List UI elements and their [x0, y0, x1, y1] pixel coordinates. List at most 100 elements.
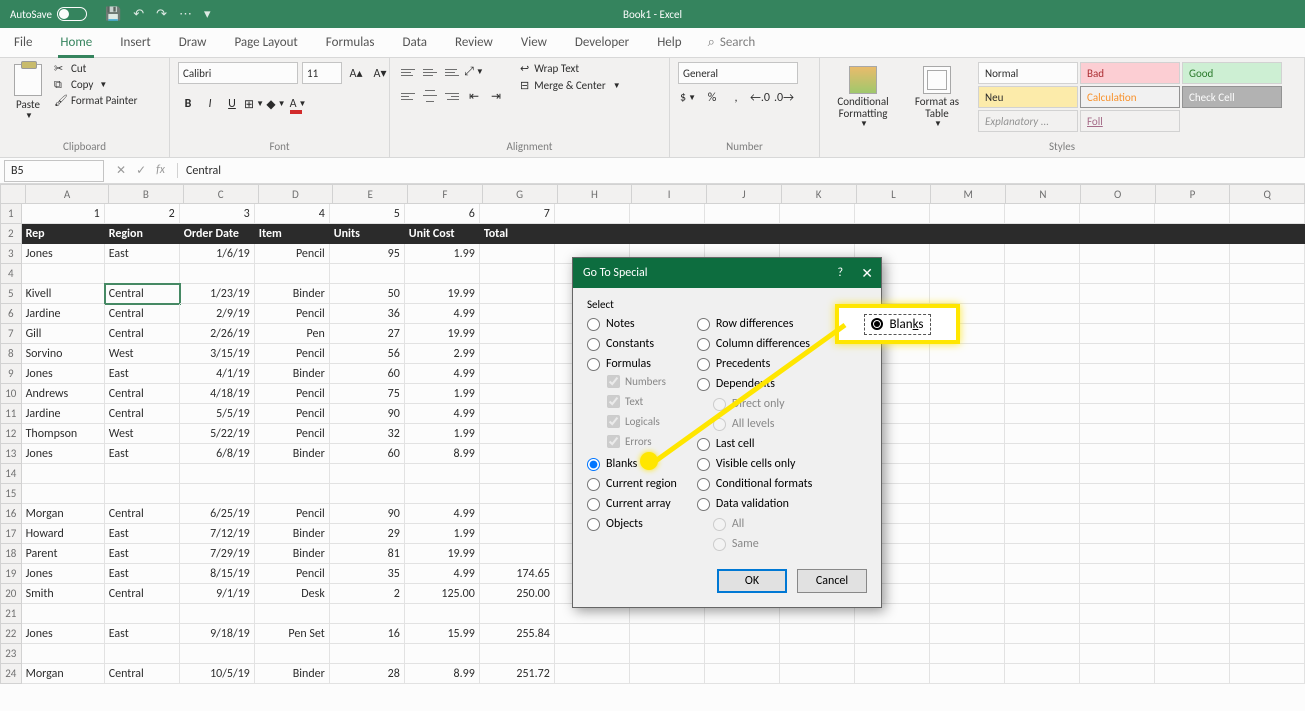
cell[interactable]: East [105, 524, 180, 544]
cell[interactable] [1080, 584, 1155, 604]
cell[interactable]: Binder [255, 544, 330, 564]
cell[interactable]: Pencil [255, 304, 330, 324]
cell[interactable] [480, 364, 555, 384]
cell[interactable]: 60 [330, 444, 405, 464]
fx-icon[interactable]: fx [156, 163, 165, 178]
cell[interactable] [930, 464, 1005, 484]
row-header[interactable]: 18 [0, 544, 22, 564]
radio-objects[interactable]: Objects [587, 517, 677, 531]
increase-indent-button[interactable]: ⇥ [486, 86, 506, 106]
cell[interactable] [180, 464, 255, 484]
cancel-formula-icon[interactable]: ✕ [116, 163, 126, 178]
cell[interactable]: Binder [255, 364, 330, 384]
cell[interactable]: 35 [330, 564, 405, 584]
cell[interactable]: 1/6/19 [180, 244, 255, 264]
cell[interactable]: 10/5/19 [180, 664, 255, 684]
cell[interactable] [1155, 624, 1230, 644]
row-header[interactable]: 17 [0, 524, 22, 544]
radio-column-differences[interactable]: Column differences [697, 337, 812, 351]
cell[interactable] [1005, 244, 1080, 264]
align-left-button[interactable] [398, 86, 418, 106]
cell[interactable] [180, 604, 255, 624]
cell[interactable] [1080, 664, 1155, 684]
cell[interactable] [1155, 384, 1230, 404]
cell[interactable] [22, 464, 105, 484]
column-header-Q[interactable]: Q [1230, 184, 1305, 204]
row-header[interactable]: 4 [0, 264, 22, 284]
cell[interactable] [1080, 524, 1155, 544]
cell[interactable]: 36 [330, 304, 405, 324]
cell[interactable]: Jones [22, 444, 105, 464]
cell[interactable] [1230, 424, 1305, 444]
column-header-D[interactable]: D [259, 184, 334, 204]
cell[interactable] [405, 264, 480, 284]
cell[interactable] [1155, 404, 1230, 424]
cell[interactable]: Central [105, 504, 180, 524]
row-header[interactable]: 6 [0, 304, 22, 324]
tab-home[interactable]: Home [58, 28, 94, 58]
cell[interactable] [705, 644, 780, 664]
fill-color-button[interactable]: ◆▼ [266, 94, 286, 114]
cell[interactable]: 250.00 [480, 584, 555, 604]
cell[interactable] [1005, 324, 1080, 344]
cell[interactable] [105, 484, 180, 504]
cell[interactable] [22, 644, 105, 664]
cell[interactable]: 90 [330, 504, 405, 524]
qat-more-icon[interactable]: ▾ [204, 7, 211, 22]
decrease-decimal-button[interactable]: .0→ [774, 88, 794, 108]
cell[interactable] [1155, 484, 1230, 504]
cell-style-normal[interactable]: Normal [978, 62, 1078, 84]
cell[interactable] [1230, 384, 1305, 404]
cell[interactable] [480, 404, 555, 424]
cell[interactable]: 27 [330, 324, 405, 344]
cell[interactable] [1155, 304, 1230, 324]
cell[interactable]: Rep [22, 224, 105, 244]
cell[interactable]: 4/18/19 [180, 384, 255, 404]
percent-format-button[interactable]: % [702, 88, 722, 108]
cell[interactable] [1155, 364, 1230, 384]
cell[interactable]: West [105, 344, 180, 364]
search-icon[interactable]: ⌕ [708, 35, 715, 50]
cell[interactable] [1155, 284, 1230, 304]
cell[interactable] [930, 604, 1005, 624]
cell[interactable]: Pencil [255, 344, 330, 364]
cell[interactable] [1230, 484, 1305, 504]
cell[interactable] [1155, 344, 1230, 364]
cell[interactable] [630, 204, 705, 224]
cell[interactable] [1080, 624, 1155, 644]
redo-icon[interactable]: ↷ [156, 7, 167, 22]
row-header[interactable]: 13 [0, 444, 22, 464]
tab-insert[interactable]: Insert [118, 28, 153, 58]
row-header[interactable]: 22 [0, 624, 22, 644]
radio-visible-cells-only[interactable]: Visible cells only [697, 457, 812, 471]
cell[interactable]: Central [105, 384, 180, 404]
cell[interactable] [105, 264, 180, 284]
cell[interactable]: Central [105, 304, 180, 324]
cell-style-checkcell[interactable]: Check Cell [1182, 86, 1282, 108]
cell[interactable]: Jardine [22, 304, 105, 324]
ok-button[interactable]: OK [717, 569, 787, 593]
cell[interactable] [1005, 204, 1080, 224]
cell[interactable] [555, 624, 630, 644]
cell[interactable]: 2.99 [405, 344, 480, 364]
cell[interactable] [480, 324, 555, 344]
cell[interactable]: 19.99 [405, 324, 480, 344]
cell[interactable] [1005, 544, 1080, 564]
search-label[interactable]: Search [720, 35, 755, 50]
cell[interactable]: 1/23/19 [180, 284, 255, 304]
cell[interactable] [780, 644, 855, 664]
cell[interactable] [1230, 624, 1305, 644]
cell[interactable] [1080, 344, 1155, 364]
cell[interactable] [1005, 344, 1080, 364]
help-icon[interactable]: ? [837, 266, 843, 280]
cell[interactable]: 19.99 [405, 544, 480, 564]
cell[interactable]: Kivell [22, 284, 105, 304]
cell[interactable] [1155, 264, 1230, 284]
cell[interactable] [480, 464, 555, 484]
orientation-button[interactable]: ⤢▼ [464, 62, 484, 82]
cell[interactable] [1080, 544, 1155, 564]
tab-review[interactable]: Review [453, 28, 495, 58]
cell[interactable] [480, 544, 555, 564]
cell[interactable]: 6/25/19 [180, 504, 255, 524]
cell[interactable] [855, 224, 930, 244]
